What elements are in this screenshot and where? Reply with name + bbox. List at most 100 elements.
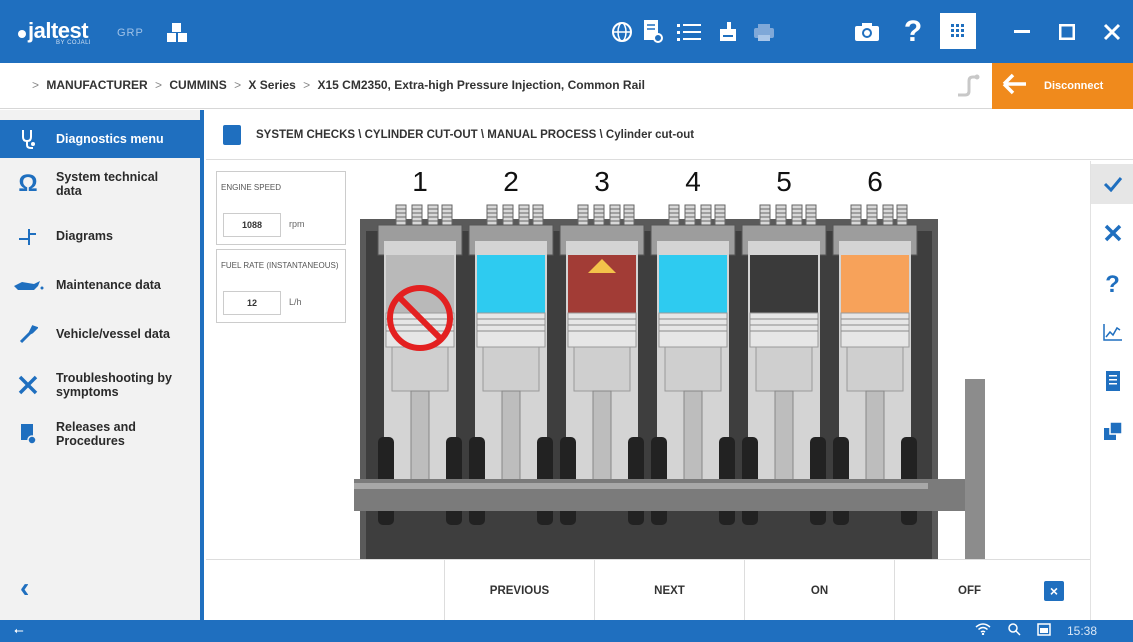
piston — [658, 312, 728, 348]
graph-icon[interactable] — [1091, 312, 1133, 352]
breadcrumb-item[interactable]: X15 CM2350, Extra-high Pressure Injectio… — [318, 78, 645, 92]
piston-skirt — [391, 346, 449, 392]
valve-spring — [866, 204, 878, 226]
engine-speed-card: ENGINE SPEED 1088 rpm — [216, 171, 346, 245]
connection-status-icon — [955, 73, 981, 104]
maximize-icon[interactable] — [1050, 15, 1084, 49]
combustion-chamber — [477, 255, 545, 313]
off-button[interactable]: OFF — [894, 560, 1044, 621]
stethoscope-icon — [0, 129, 56, 149]
valve-spring — [714, 204, 726, 226]
disconnect-button[interactable]: Disconnect — [992, 63, 1133, 109]
combustion-chamber — [659, 255, 727, 313]
wifi-icon — [975, 623, 991, 638]
list-icon[interactable] — [1091, 361, 1133, 401]
cubes-icon — [165, 22, 189, 49]
sidebar-item-releases-procedures[interactable]: Releases and Procedures — [0, 416, 200, 452]
sidebar-item-diagrams[interactable]: Diagrams — [0, 218, 200, 254]
next-button[interactable]: NEXT — [594, 560, 744, 621]
oil-can-icon — [0, 278, 56, 292]
breadcrumb-item[interactable]: MANUFACTURER — [46, 78, 147, 92]
sidebar-item-system-technical-data[interactable]: Ω System technical data — [0, 166, 200, 202]
valve-spring — [791, 204, 803, 226]
clock-time: 15:38 — [1067, 623, 1098, 638]
right-action-bar: ? — [1090, 161, 1133, 620]
sidebar-item-troubleshooting[interactable]: Troubleshooting by symptoms — [0, 367, 200, 403]
piston — [567, 312, 637, 348]
piston-skirt — [573, 346, 631, 392]
breadcrumb-item[interactable]: CUMMINS — [169, 78, 226, 92]
param-unit: L/h — [289, 297, 302, 307]
flywheel — [965, 379, 985, 559]
cylinder-number: 4 — [685, 166, 701, 197]
connecting-rod — [501, 390, 521, 492]
page-title: SYSTEM CHECKS \ CYLINDER CUT-OUT \ MANUA… — [256, 129, 695, 141]
valve-spring — [623, 204, 635, 226]
globe-icon[interactable] — [608, 18, 636, 46]
valve-spring — [759, 204, 771, 226]
piston-skirt — [755, 346, 813, 392]
close-icon[interactable]: × — [1044, 581, 1064, 601]
top-bar: jaltest BY COJALI GRP ? — [0, 0, 1133, 63]
breadcrumb: > MANUFACTURER > CUMMINS > X Series > X1… — [32, 78, 645, 92]
valve-spring — [395, 204, 407, 226]
valve-spring — [850, 204, 862, 226]
valve-spring — [593, 204, 605, 226]
connecting-rod — [683, 390, 703, 492]
connecting-rod — [410, 390, 430, 492]
list-document-icon — [223, 125, 241, 145]
minimize-icon[interactable] — [1005, 15, 1039, 49]
valve-spring — [502, 204, 514, 226]
piston — [749, 312, 819, 348]
cylinder-number: 1 — [412, 166, 428, 197]
back-chevron-icon[interactable]: ‹ — [20, 572, 29, 604]
piston — [476, 312, 546, 348]
camera-icon[interactable] — [853, 18, 881, 46]
engine-diagram: 1 2 3 4 5 6 — [354, 166, 985, 559]
document-search-icon[interactable] — [639, 18, 667, 46]
param-label: ENGINE SPEED — [221, 183, 282, 192]
valve-spring — [427, 204, 439, 226]
tools-icon — [0, 374, 56, 396]
disconnect-label: Disconnect — [1044, 80, 1104, 92]
apps-grid-icon[interactable] — [940, 13, 976, 49]
combustion-chamber — [750, 255, 818, 313]
grp-label: GRP — [117, 27, 144, 39]
valve-spring — [668, 204, 680, 226]
cylinder-number: 2 — [503, 166, 519, 197]
help-icon[interactable]: ? — [899, 15, 927, 48]
cylinder-number: 3 — [594, 166, 610, 197]
usb-icon: ⭠ — [14, 623, 24, 637]
sidebar-item-vehicle-vessel-data[interactable]: Vehicle/vessel data — [0, 316, 200, 352]
param-value: 12 — [223, 291, 281, 315]
combustion-chamber — [841, 255, 909, 313]
valve-spring — [882, 204, 894, 226]
close-icon[interactable] — [1095, 15, 1129, 49]
connecting-rod — [774, 390, 794, 492]
logo-subtitle: BY COJALI — [56, 40, 92, 46]
valve-spring — [609, 204, 621, 226]
list-icon[interactable] — [675, 18, 703, 46]
sidebar-item-maintenance-data[interactable]: Maintenance data — [0, 267, 200, 303]
omega-icon: Ω — [18, 170, 38, 197]
sidebar-item-diagnostics-menu[interactable]: Diagnostics menu — [0, 120, 200, 158]
cylinder-number: 6 — [867, 166, 883, 197]
search-icon — [1007, 622, 1021, 639]
breadcrumb-item[interactable]: X Series — [248, 78, 295, 92]
check-icon[interactable] — [1091, 164, 1133, 204]
printer-icon[interactable] — [750, 18, 778, 46]
close-icon[interactable] — [1091, 213, 1133, 253]
crankshaft-end — [928, 479, 965, 511]
diagram-icon — [0, 226, 56, 246]
printer-icon[interactable] — [714, 18, 742, 46]
param-unit: rpm — [289, 219, 305, 229]
help-icon[interactable]: ? — [1091, 265, 1133, 305]
clipboard-icon[interactable] — [1091, 411, 1133, 451]
valve-spring — [684, 204, 696, 226]
wrench-icon — [0, 324, 56, 344]
valve-spring — [532, 204, 544, 226]
param-label: FUEL RATE (INSTANTANEOUS) — [221, 261, 339, 270]
crankshaft-highlight — [354, 483, 928, 489]
previous-button[interactable]: PREVIOUS — [444, 560, 594, 621]
on-button[interactable]: ON — [744, 560, 894, 621]
